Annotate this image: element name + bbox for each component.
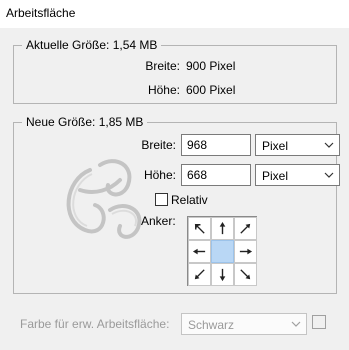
current-width-value: 900 Pixel: [186, 59, 236, 73]
new-height-unit-select[interactable]: Pixel: [255, 164, 340, 186]
new-height-input[interactable]: 668: [181, 164, 251, 186]
window-title: Arbeitsfläche: [6, 6, 76, 20]
arrow-down-left-icon: [194, 269, 205, 280]
arrow-left-icon: [192, 248, 206, 255]
anchor-bottom[interactable]: [211, 263, 234, 286]
current-size-legend: Aktuelle Größe: 1,54 MB: [22, 38, 162, 52]
anchor-grid: [187, 216, 257, 286]
anchor-top-left[interactable]: [188, 217, 211, 240]
new-width-unit-value: Pixel: [262, 139, 289, 153]
arrow-up-left-icon: [194, 223, 205, 234]
relative-label[interactable]: Relativ: [171, 193, 208, 207]
new-width-unit-select[interactable]: Pixel: [255, 134, 340, 156]
new-size-legend: Neue Größe: 1,85 MB: [22, 115, 148, 129]
new-height-unit-value: Pixel: [262, 169, 289, 183]
arrow-up-right-icon: [240, 223, 251, 234]
arrow-down-right-icon: [240, 269, 251, 280]
chevron-down-icon: [324, 142, 334, 148]
anchor-left[interactable]: [188, 240, 211, 263]
watermark-logo: [66, 159, 142, 239]
color-swatch-button[interactable]: [312, 315, 326, 329]
new-height-label: Höhe:: [143, 168, 176, 182]
anchor-bottom-left[interactable]: [188, 263, 211, 286]
new-width-input[interactable]: 968: [181, 134, 251, 156]
anchor-center[interactable]: [211, 240, 234, 263]
new-width-label: Breite:: [141, 138, 176, 152]
arrow-up-icon: [219, 221, 226, 235]
relative-checkbox[interactable]: [155, 193, 168, 206]
anchor-label: Anker:: [141, 214, 176, 228]
current-height-value: 600 Pixel: [186, 83, 236, 97]
chevron-down-icon: [291, 321, 301, 327]
current-height-label: Höhe:: [147, 83, 180, 97]
anchor-right[interactable]: [234, 240, 257, 263]
title-bar: Arbeitsfläche: [0, 0, 349, 28]
anchor-top[interactable]: [211, 217, 234, 240]
anchor-bottom-right[interactable]: [234, 263, 257, 286]
extension-color-select[interactable]: Schwarz: [181, 313, 307, 335]
extension-color-value: Schwarz: [188, 318, 235, 332]
extension-color-label: Farbe für erw. Arbeitsfläche:: [20, 317, 170, 331]
anchor-top-right[interactable]: [234, 217, 257, 240]
chevron-down-icon: [324, 172, 334, 178]
arrow-right-icon: [239, 248, 253, 255]
current-width-label: Breite:: [145, 59, 180, 73]
arrow-down-icon: [219, 268, 226, 282]
